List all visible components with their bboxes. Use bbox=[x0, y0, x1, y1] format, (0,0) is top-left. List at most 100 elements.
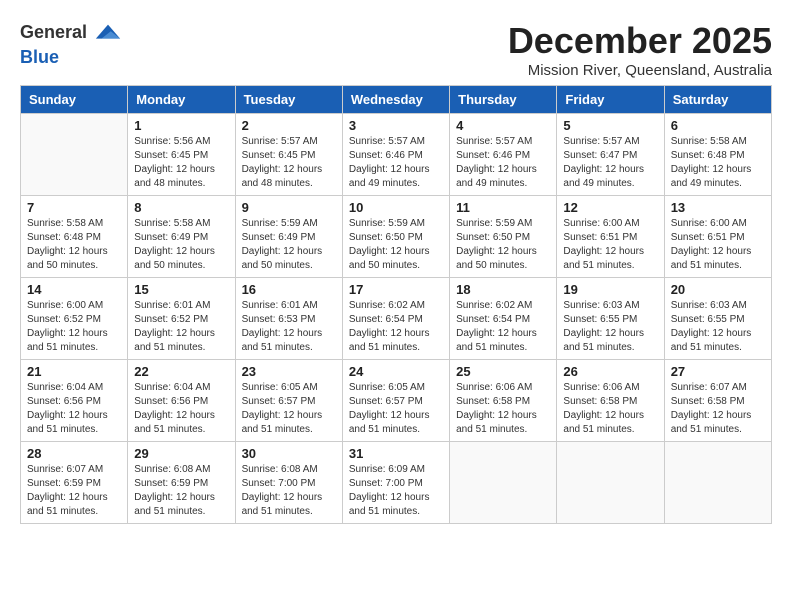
header-sunday: Sunday bbox=[21, 86, 128, 114]
logo-icon bbox=[94, 20, 122, 48]
calendar-day-cell: 26 Sunrise: 6:06 AMSunset: 6:58 PMDayligh… bbox=[557, 360, 664, 442]
calendar-day-cell: 20Sunrise: 6:03 AMSunset: 6:55 PMDayligh… bbox=[664, 278, 771, 360]
day-info: Sunrise: 6:00 AMSunset: 6:51 PMDaylight:… bbox=[671, 217, 765, 273]
day-info: Sunrise: 5:59 AMSunset: 6:50 PMDaylight:… bbox=[349, 217, 443, 273]
calendar-header-row: Sunday Monday Tuesday Wednesday Thursday… bbox=[21, 86, 772, 114]
logo-text-blue: Blue bbox=[20, 47, 59, 67]
day-info: Sunrise: 5:57 AMSunset: 6:45 PMDaylight:… bbox=[242, 135, 336, 191]
day-number: 23 bbox=[242, 364, 336, 379]
calendar-day-cell: 2Sunrise: 5:57 AMSunset: 6:45 PMDaylight… bbox=[235, 114, 342, 196]
day-number: 7 bbox=[27, 200, 121, 215]
header-saturday: Saturday bbox=[664, 86, 771, 114]
day-number: 13 bbox=[671, 200, 765, 215]
calendar-day-cell: 24Sunrise: 6:05 AMSunset: 6:57 PMDayligh… bbox=[342, 360, 449, 442]
calendar-day-cell: 7 Sunrise: 5:58 AMSunset: 6:48 PMDaylight… bbox=[21, 196, 128, 278]
calendar-day-cell: 10 Sunrise: 5:59 AMSunset: 6:50 PMDayligh… bbox=[342, 196, 449, 278]
calendar-table: Sunday Monday Tuesday Wednesday Thursday… bbox=[20, 85, 772, 524]
day-info: Sunrise: 5:57 AMSunset: 6:46 PMDaylight:… bbox=[456, 135, 550, 191]
day-info: Sunrise: 6:06 AMSunset: 6:58 PMDaylight:… bbox=[563, 381, 657, 437]
calendar-week-row: 21 Sunrise: 6:04 AMSunset: 6:56 PMDayligh… bbox=[21, 360, 772, 442]
day-number: 28 bbox=[27, 446, 121, 461]
calendar-day-cell: 27Sunrise: 6:07 AMSunset: 6:58 PMDayligh… bbox=[664, 360, 771, 442]
calendar-day-cell bbox=[450, 442, 557, 524]
day-number: 4 bbox=[456, 118, 550, 133]
calendar-day-cell: 15 Sunrise: 6:01 AMSunset: 6:52 PMDayligh… bbox=[128, 278, 235, 360]
day-number: 21 bbox=[27, 364, 121, 379]
day-number: 22 bbox=[134, 364, 228, 379]
calendar-day-cell: 1Sunrise: 5:56 AMSunset: 6:45 PMDaylight… bbox=[128, 114, 235, 196]
day-number: 9 bbox=[242, 200, 336, 215]
day-info: Sunrise: 5:59 AMSunset: 6:50 PMDaylight:… bbox=[456, 217, 550, 273]
calendar-day-cell: 25 Sunrise: 6:06 AMSunset: 6:58 PMDayligh… bbox=[450, 360, 557, 442]
calendar-day-cell: 14Sunrise: 6:00 AMSunset: 6:52 PMDayligh… bbox=[21, 278, 128, 360]
header-wednesday: Wednesday bbox=[342, 86, 449, 114]
day-info: Sunrise: 6:05 AMSunset: 6:57 PMDaylight:… bbox=[349, 381, 443, 437]
calendar-day-cell: 19Sunrise: 6:03 AMSunset: 6:55 PMDayligh… bbox=[557, 278, 664, 360]
day-number: 8 bbox=[134, 200, 228, 215]
calendar-day-cell: 23 Sunrise: 6:05 AMSunset: 6:57 PMDayligh… bbox=[235, 360, 342, 442]
day-info: Sunrise: 6:04 AMSunset: 6:56 PMDaylight:… bbox=[134, 381, 228, 437]
calendar-day-cell: 11 Sunrise: 5:59 AMSunset: 6:50 PMDayligh… bbox=[450, 196, 557, 278]
calendar-day-cell: 12Sunrise: 6:00 AMSunset: 6:51 PMDayligh… bbox=[557, 196, 664, 278]
calendar-day-cell bbox=[21, 114, 128, 196]
calendar-week-row: 14Sunrise: 6:00 AMSunset: 6:52 PMDayligh… bbox=[21, 278, 772, 360]
day-number: 14 bbox=[27, 282, 121, 297]
day-number: 15 bbox=[134, 282, 228, 297]
day-number: 26 bbox=[563, 364, 657, 379]
page-header: General Blue December 2025 Mission River… bbox=[20, 20, 772, 79]
day-info: Sunrise: 6:08 AMSunset: 6:59 PMDaylight:… bbox=[134, 463, 228, 519]
calendar-day-cell: 9 Sunrise: 5:59 AMSunset: 6:49 PMDaylight… bbox=[235, 196, 342, 278]
day-info: Sunrise: 6:04 AMSunset: 6:56 PMDaylight:… bbox=[27, 381, 121, 437]
day-info: Sunrise: 6:09 AMSunset: 7:00 PMDaylight:… bbox=[349, 463, 443, 519]
day-info: Sunrise: 6:07 AMSunset: 6:59 PMDaylight:… bbox=[27, 463, 121, 519]
day-info: Sunrise: 6:01 AMSunset: 6:52 PMDaylight:… bbox=[134, 299, 228, 355]
day-number: 30 bbox=[242, 446, 336, 461]
day-info: Sunrise: 6:05 AMSunset: 6:57 PMDaylight:… bbox=[242, 381, 336, 437]
day-info: Sunrise: 5:57 AMSunset: 6:46 PMDaylight:… bbox=[349, 135, 443, 191]
calendar-day-cell: 30Sunrise: 6:08 AMSunset: 7:00 PMDayligh… bbox=[235, 442, 342, 524]
calendar-day-cell: 4 Sunrise: 5:57 AMSunset: 6:46 PMDaylight… bbox=[450, 114, 557, 196]
day-number: 3 bbox=[349, 118, 443, 133]
day-info: Sunrise: 5:59 AMSunset: 6:49 PMDaylight:… bbox=[242, 217, 336, 273]
main-title: December 2025 bbox=[508, 20, 772, 62]
day-info: Sunrise: 6:00 AMSunset: 6:51 PMDaylight:… bbox=[563, 217, 657, 273]
day-info: Sunrise: 5:58 AMSunset: 6:48 PMDaylight:… bbox=[671, 135, 765, 191]
day-number: 1 bbox=[134, 118, 228, 133]
calendar-day-cell: 8 Sunrise: 5:58 AMSunset: 6:49 PMDaylight… bbox=[128, 196, 235, 278]
calendar-day-cell: 5Sunrise: 5:57 AMSunset: 6:47 PMDaylight… bbox=[557, 114, 664, 196]
calendar-day-cell: 31 Sunrise: 6:09 AMSunset: 7:00 PMDayligh… bbox=[342, 442, 449, 524]
calendar-week-row: 28 Sunrise: 6:07 AMSunset: 6:59 PMDayligh… bbox=[21, 442, 772, 524]
day-number: 10 bbox=[349, 200, 443, 215]
calendar-day-cell bbox=[557, 442, 664, 524]
calendar-day-cell: 18 Sunrise: 6:02 AMSunset: 6:54 PMDayligh… bbox=[450, 278, 557, 360]
day-number: 11 bbox=[456, 200, 550, 215]
title-section: December 2025 Mission River, Queensland,… bbox=[508, 20, 772, 79]
day-number: 19 bbox=[563, 282, 657, 297]
calendar-day-cell bbox=[664, 442, 771, 524]
day-info: Sunrise: 6:01 AMSunset: 6:53 PMDaylight:… bbox=[242, 299, 336, 355]
calendar-day-cell: 28 Sunrise: 6:07 AMSunset: 6:59 PMDayligh… bbox=[21, 442, 128, 524]
day-info: Sunrise: 6:06 AMSunset: 6:58 PMDaylight:… bbox=[456, 381, 550, 437]
day-info: Sunrise: 6:02 AMSunset: 6:54 PMDaylight:… bbox=[456, 299, 550, 355]
day-number: 31 bbox=[349, 446, 443, 461]
day-info: Sunrise: 5:57 AMSunset: 6:47 PMDaylight:… bbox=[563, 135, 657, 191]
day-number: 18 bbox=[456, 282, 550, 297]
day-info: Sunrise: 5:58 AMSunset: 6:49 PMDaylight:… bbox=[134, 217, 228, 273]
header-thursday: Thursday bbox=[450, 86, 557, 114]
calendar-day-cell: 16 Sunrise: 6:01 AMSunset: 6:53 PMDayligh… bbox=[235, 278, 342, 360]
calendar-day-cell: 29Sunrise: 6:08 AMSunset: 6:59 PMDayligh… bbox=[128, 442, 235, 524]
calendar-day-cell: 21 Sunrise: 6:04 AMSunset: 6:56 PMDayligh… bbox=[21, 360, 128, 442]
header-tuesday: Tuesday bbox=[235, 86, 342, 114]
day-number: 25 bbox=[456, 364, 550, 379]
day-number: 20 bbox=[671, 282, 765, 297]
day-info: Sunrise: 6:07 AMSunset: 6:58 PMDaylight:… bbox=[671, 381, 765, 437]
calendar-day-cell: 3 Sunrise: 5:57 AMSunset: 6:46 PMDaylight… bbox=[342, 114, 449, 196]
logo-text-general: General bbox=[20, 22, 87, 42]
logo-line1: General bbox=[20, 20, 122, 48]
calendar-day-cell: 22 Sunrise: 6:04 AMSunset: 6:56 PMDayligh… bbox=[128, 360, 235, 442]
day-number: 6 bbox=[671, 118, 765, 133]
header-monday: Monday bbox=[128, 86, 235, 114]
calendar-day-cell: 17Sunrise: 6:02 AMSunset: 6:54 PMDayligh… bbox=[342, 278, 449, 360]
day-number: 16 bbox=[242, 282, 336, 297]
day-info: Sunrise: 5:58 AMSunset: 6:48 PMDaylight:… bbox=[27, 217, 121, 273]
